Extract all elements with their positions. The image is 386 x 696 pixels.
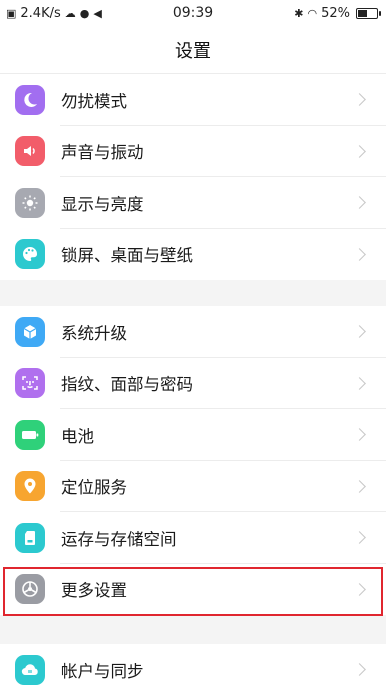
chevron-right-icon — [353, 582, 366, 596]
speaker-icon — [15, 136, 45, 167]
battery-percent: 52% — [321, 5, 350, 21]
settings-item-system-update[interactable]: 系统升级 — [0, 306, 386, 358]
network-speed: 2.4K/s — [20, 5, 61, 21]
palette-icon — [15, 239, 45, 270]
settings-group-2: 系统升级 指纹、面部与密码 电池 定位服务 运存与存储空间 更多设置 — [0, 306, 386, 615]
mute-icon: ◀ — [93, 6, 102, 20]
chevron-right-icon — [353, 663, 366, 677]
settings-item-battery[interactable]: 电池 — [0, 409, 386, 461]
settings-item-label: 显示与亮度 — [61, 194, 144, 214]
battery-status-icon — [356, 7, 381, 19]
settings-item-lockscreen-wallpaper[interactable]: 锁屏、桌面与壁纸 — [0, 229, 386, 281]
settings-item-memory-storage[interactable]: 运存与存储空间 — [0, 512, 386, 564]
location-pin-icon — [15, 471, 45, 502]
sim-icon: ▣ — [6, 6, 17, 20]
chevron-right-icon — [353, 428, 366, 442]
settings-item-sound-vibration[interactable]: 声音与振动 — [0, 126, 386, 177]
settings-item-label: 定位服务 — [61, 478, 127, 498]
settings-item-display-brightness[interactable]: 显示与亮度 — [0, 177, 386, 229]
battery-icon — [15, 419, 45, 450]
chevron-right-icon — [353, 531, 366, 545]
sun-icon — [15, 187, 45, 218]
settings-item-label: 锁屏、桌面与壁纸 — [61, 246, 193, 266]
settings-item-location[interactable]: 定位服务 — [0, 461, 386, 512]
settings-group-1: 勿扰模式 声音与振动 显示与亮度 锁屏、桌面与壁纸 — [0, 74, 386, 280]
settings-item-more-settings[interactable]: 更多设置 — [0, 564, 386, 616]
sd-card-icon — [15, 522, 45, 553]
chevron-right-icon — [353, 247, 366, 261]
chevron-right-icon — [353, 93, 366, 107]
chevron-right-icon — [353, 479, 366, 493]
settings-item-label: 电池 — [61, 426, 94, 446]
moon-icon — [15, 84, 45, 115]
settings-item-label: 更多设置 — [61, 581, 127, 601]
chevron-right-icon — [353, 325, 366, 339]
settings-item-do-not-disturb[interactable]: 勿扰模式 — [0, 74, 386, 126]
settings-item-label: 帐户与同步 — [61, 661, 144, 681]
cloud-sync-icon — [15, 654, 45, 685]
page-title: 设置 — [0, 26, 386, 74]
notification-icon: ● — [79, 6, 90, 20]
settings-item-label: 运存与存储空间 — [61, 529, 177, 549]
cube-icon — [15, 316, 45, 347]
face-id-icon — [15, 368, 45, 399]
chevron-right-icon — [353, 196, 366, 210]
chevron-right-icon — [353, 144, 366, 158]
settings-item-fingerprint-face-password[interactable]: 指纹、面部与密码 — [0, 358, 386, 409]
wifi-icon: ◠ — [307, 6, 318, 20]
settings-item-label: 指纹、面部与密码 — [61, 375, 193, 395]
settings-item-label: 勿扰模式 — [61, 91, 127, 111]
chevron-right-icon — [353, 376, 366, 390]
status-bar: ▣ 2.4K/s ☁ ● ◀ 09:39 ✱ ◠ 52% — [0, 0, 386, 26]
gear-icon — [15, 574, 45, 605]
settings-item-label: 系统升级 — [61, 323, 127, 343]
cloud-icon: ☁ — [64, 6, 76, 20]
settings-item-label: 声音与振动 — [61, 143, 144, 163]
bluetooth-icon: ✱ — [294, 6, 304, 20]
